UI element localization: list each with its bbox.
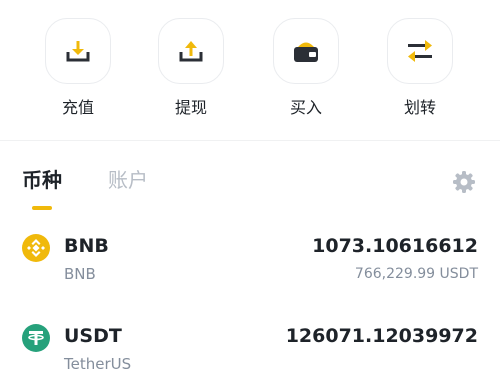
- withdraw-button[interactable]: 提现: [155, 18, 227, 118]
- coin-amount: 126071.12039972: [285, 325, 478, 347]
- coin-full-name: TetherUS: [64, 355, 132, 373]
- withdraw-icon: [179, 41, 203, 62]
- section-divider: [0, 140, 500, 141]
- asset-row-bnb[interactable]: BNB BNB 1073.10616612 766,229.99 USDT: [0, 232, 500, 292]
- withdraw-tile[interactable]: [158, 18, 224, 84]
- coin-fiat-value: 766,229.99 USDT: [354, 266, 478, 282]
- coin-full-name: BNB: [64, 265, 96, 283]
- wallet-icon: [294, 42, 318, 62]
- withdraw-label: 提现: [174, 98, 207, 117]
- quick-actions-bar: 充值 提现 买入 划转: [0, 0, 500, 140]
- transfer-tile[interactable]: [387, 18, 453, 84]
- asset-row-usdt[interactable]: USDT TetherUS 126071.12039972: [0, 322, 500, 382]
- deposit-label: 充值: [61, 98, 94, 117]
- active-tab-indicator: [32, 206, 52, 210]
- transfer-label: 划转: [403, 98, 436, 117]
- usdt-coin-icon: [22, 324, 50, 352]
- deposit-button[interactable]: 充值: [42, 18, 114, 118]
- deposit-icon: [66, 41, 90, 62]
- buy-label: 买入: [289, 98, 322, 117]
- tab-accounts[interactable]: 账户: [108, 166, 148, 194]
- coin-symbol: USDT: [64, 325, 122, 347]
- asset-tabs: 币种 账户: [0, 166, 500, 216]
- coin-amount: 1073.10616612: [312, 235, 478, 257]
- settings-gear-icon[interactable]: [452, 170, 476, 194]
- deposit-tile[interactable]: [45, 18, 111, 84]
- tab-coins[interactable]: 币种: [22, 166, 62, 194]
- transfer-icon: [408, 40, 432, 62]
- buy-button[interactable]: 买入: [270, 18, 342, 118]
- transfer-button[interactable]: 划转: [384, 18, 456, 118]
- bnb-coin-icon: [22, 234, 50, 262]
- buy-tile[interactable]: [273, 18, 339, 84]
- coin-symbol: BNB: [64, 235, 109, 257]
